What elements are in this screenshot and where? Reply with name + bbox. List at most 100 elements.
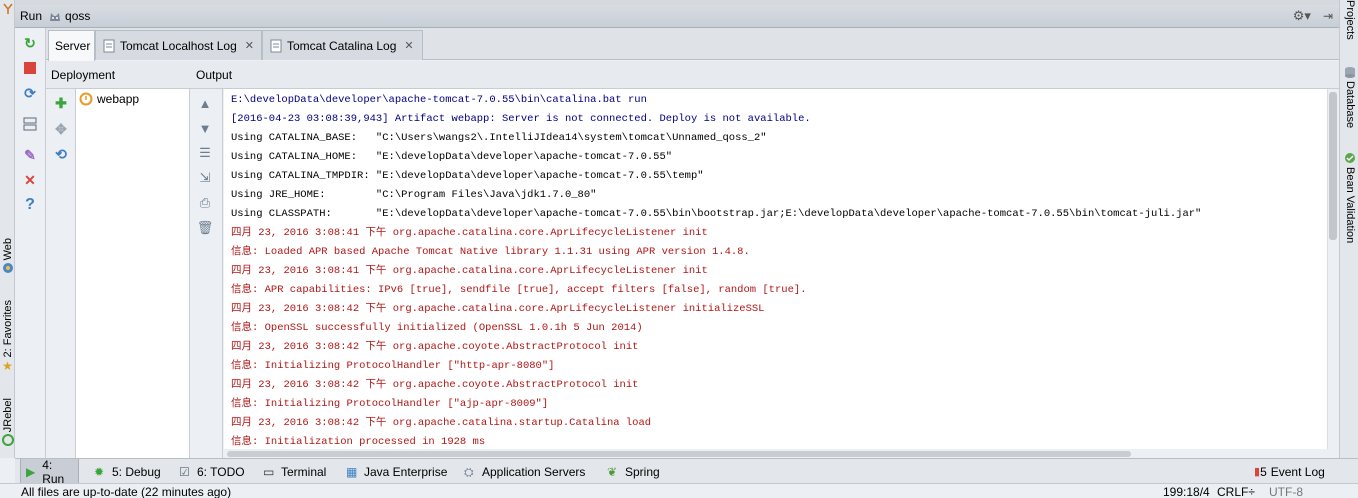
- run-window-header: Run qoss ⚙▾ ⇥: [15, 5, 1339, 28]
- console-output[interactable]: E:\developData\developer\apache-tomcat-7…: [224, 89, 1327, 449]
- rerun-icon[interactable]: ↻: [21, 34, 39, 52]
- structure-icon: [2, 3, 13, 14]
- update-app-icon[interactable]: ⟳: [21, 84, 39, 102]
- console-line: 四月 23, 2016 3:08:41 下午 org.apache.catali…: [231, 265, 708, 277]
- undeploy-icon[interactable]: ✥: [52, 120, 70, 138]
- close-icon[interactable]: ✕: [21, 171, 39, 189]
- console-line: 四月 23, 2016 3:08:42 下午 org.apache.catali…: [231, 303, 765, 315]
- left-tool-strip: Web 2: Favorites ★ JRebel: [0, 0, 15, 458]
- tab-server-label: Server: [55, 39, 91, 53]
- spring-tool-button[interactable]: ❦ Spring: [602, 459, 665, 484]
- line-separator[interactable]: CRLF÷: [1217, 484, 1255, 498]
- structure-tool-button[interactable]: [0, 2, 15, 16]
- run-tool-button[interactable]: ▶ 4: Run: [20, 457, 79, 486]
- event-log-label: Event Log: [1270, 464, 1325, 479]
- vertical-scrollbar-thumb[interactable]: [1329, 92, 1337, 240]
- deploy-icon[interactable]: ✚: [52, 94, 70, 112]
- jrebel-icon: [1, 434, 14, 447]
- web-tool-button[interactable]: Web: [0, 238, 15, 274]
- column-headers: Deployment Output: [46, 61, 1339, 89]
- terminal-icon: ▭: [263, 464, 275, 479]
- help-icon[interactable]: ?: [21, 196, 39, 214]
- run-tool-label: 4: Run: [42, 457, 65, 486]
- star-icon: ★: [2, 359, 13, 374]
- web-globe-icon: [2, 263, 13, 274]
- console-line: 信息: Initializing ProtocolHandler ["http-…: [231, 360, 555, 372]
- hide-panel-icon[interactable]: ⇥: [1323, 9, 1333, 23]
- tab-close-icon[interactable]: ✕: [404, 39, 413, 52]
- tomcat-icon: [50, 13, 61, 21]
- run-tabs-bar: Server Tomcat Localhost Log ✕ Tomcat Cat…: [46, 28, 1339, 61]
- deployment-header: Deployment: [51, 67, 116, 82]
- run-window-title: Run: [20, 9, 43, 23]
- ide-window: Web 2: Favorites ★ JRebel Projects Datab…: [0, 0, 1358, 498]
- event-log-count: 5: [1260, 464, 1267, 479]
- console-line: 信息: APR capabilities: IPv6 [true], sendf…: [231, 284, 807, 296]
- todo-tool-label: 6: TODO: [197, 464, 245, 479]
- debug-tool-button[interactable]: ✹ 5: Debug: [89, 459, 166, 484]
- debug-tool-label: 5: Debug: [112, 464, 161, 479]
- deployment-toolbar: ✚ ✥ ⟲: [46, 89, 76, 458]
- terminal-tool-button[interactable]: ▭ Terminal: [258, 459, 331, 484]
- terminal-tool-label: Terminal: [281, 464, 327, 479]
- settings-gear-icon[interactable]: ⚙▾: [1293, 8, 1311, 24]
- clear-all-icon[interactable]: 🗑: [197, 220, 214, 236]
- tab-server[interactable]: Server: [48, 30, 95, 61]
- todo-tool-button[interactable]: ☑ 6: TODO: [174, 459, 250, 484]
- console-line: 四月 23, 2016 3:08:42 下午 org.apache.coyote…: [231, 341, 639, 353]
- bean-validation-tool-button[interactable]: Bean Validation: [1342, 152, 1358, 243]
- tab-tomcat-catalina-log[interactable]: Tomcat Catalina Log ✕: [262, 30, 423, 60]
- list-item[interactable]: webapp: [79, 92, 139, 106]
- scroll-to-end-icon[interactable]: ⇲: [197, 170, 213, 186]
- console-line: Using CATALINA_HOME: "E:\developData\dev…: [231, 151, 673, 163]
- output-toolbar: ▲ ▼ ☰ ⇲ ⎙ 🗑: [190, 89, 223, 458]
- scroll-down-icon[interactable]: ▼: [197, 120, 213, 136]
- jrebel-tool-label: JRebel: [1, 398, 14, 433]
- horizontal-scrollbar-thumb[interactable]: [227, 451, 1131, 457]
- console-line: Using CATALINA_TMPDIR: "E:\developData\d…: [231, 170, 704, 182]
- file-encoding[interactable]: UTF-8: [1269, 484, 1303, 498]
- spring-leaf-icon: ❦: [607, 464, 618, 479]
- stop-icon[interactable]: [21, 59, 39, 77]
- java-enterprise-tool-button[interactable]: ▦ Java Enterprise: [341, 459, 452, 484]
- scroll-up-icon[interactable]: ▲: [197, 95, 213, 111]
- java-enterprise-icon: ▦: [346, 464, 358, 479]
- console-line: 信息: Loaded APR based Apache Tomcat Nativ…: [231, 246, 750, 258]
- redeploy-icon[interactable]: ⟲: [52, 145, 70, 163]
- soft-wrap-icon[interactable]: ☰: [197, 145, 213, 161]
- status-message: All files are up-to-date (22 minutes ago…: [21, 485, 232, 498]
- jrebel-tool-button[interactable]: JRebel: [0, 398, 15, 447]
- database-tool-label: Database: [1344, 81, 1356, 129]
- database-tool-button[interactable]: Database: [1342, 66, 1358, 128]
- console-line: 四月 23, 2016 3:08:42 下午 org.apache.coyote…: [231, 379, 639, 391]
- java-enterprise-tool-label: Java Enterprise: [364, 464, 448, 479]
- bean-validation-icon: [1345, 153, 1355, 163]
- servers-icon: ⛭: [464, 464, 474, 479]
- tab-tomcat-localhost-log-label: Tomcat Localhost Log: [120, 38, 237, 53]
- caret-position[interactable]: 199:18/4: [1163, 484, 1210, 498]
- application-servers-tool-button[interactable]: ⛭ Application Servers: [459, 459, 590, 484]
- event-log-tool-button[interactable]: ▮ 5 Event Log: [1249, 459, 1330, 484]
- projects-tool-button[interactable]: Projects: [1342, 0, 1358, 40]
- bean-validation-tool-label: Bean Validation: [1344, 167, 1356, 244]
- layout-icon[interactable]: [21, 115, 39, 133]
- favorites-tool-button[interactable]: 2: Favorites ★: [0, 300, 15, 373]
- console-line: Using CATALINA_BASE: "C:\Users\wangs2\.I…: [231, 132, 767, 144]
- application-servers-tool-label: Application Servers: [482, 464, 586, 479]
- deployment-list: webapp: [76, 89, 190, 458]
- web-tool-label: Web: [1, 238, 14, 261]
- tab-close-icon[interactable]: ✕: [245, 39, 254, 52]
- artifact-label: webapp: [97, 92, 140, 106]
- print-icon[interactable]: ⎙: [197, 195, 213, 211]
- run-config-name: qoss: [65, 9, 91, 23]
- tool-window-bar: ▶ 4: Run ✹ 5: Debug ☑ 6: TODO ▭ Terminal…: [15, 457, 1358, 486]
- console-line: 信息: OpenSSL successfully initialized (Op…: [231, 322, 643, 334]
- todo-icon: ☑: [179, 464, 190, 479]
- bug-icon: ✹: [94, 464, 105, 479]
- favorites-tool-label: 2: Favorites: [1, 300, 14, 358]
- console-line: 信息: Initialization processed in 1928 ms: [231, 436, 486, 448]
- tab-tomcat-localhost-log[interactable]: Tomcat Localhost Log ✕: [95, 30, 262, 60]
- pin-icon[interactable]: ✎: [21, 146, 39, 164]
- console-line: 信息: Initializing ProtocolHandler ["ajp-a…: [231, 398, 549, 410]
- console-line: E:\developData\developer\apache-tomcat-7…: [231, 94, 647, 106]
